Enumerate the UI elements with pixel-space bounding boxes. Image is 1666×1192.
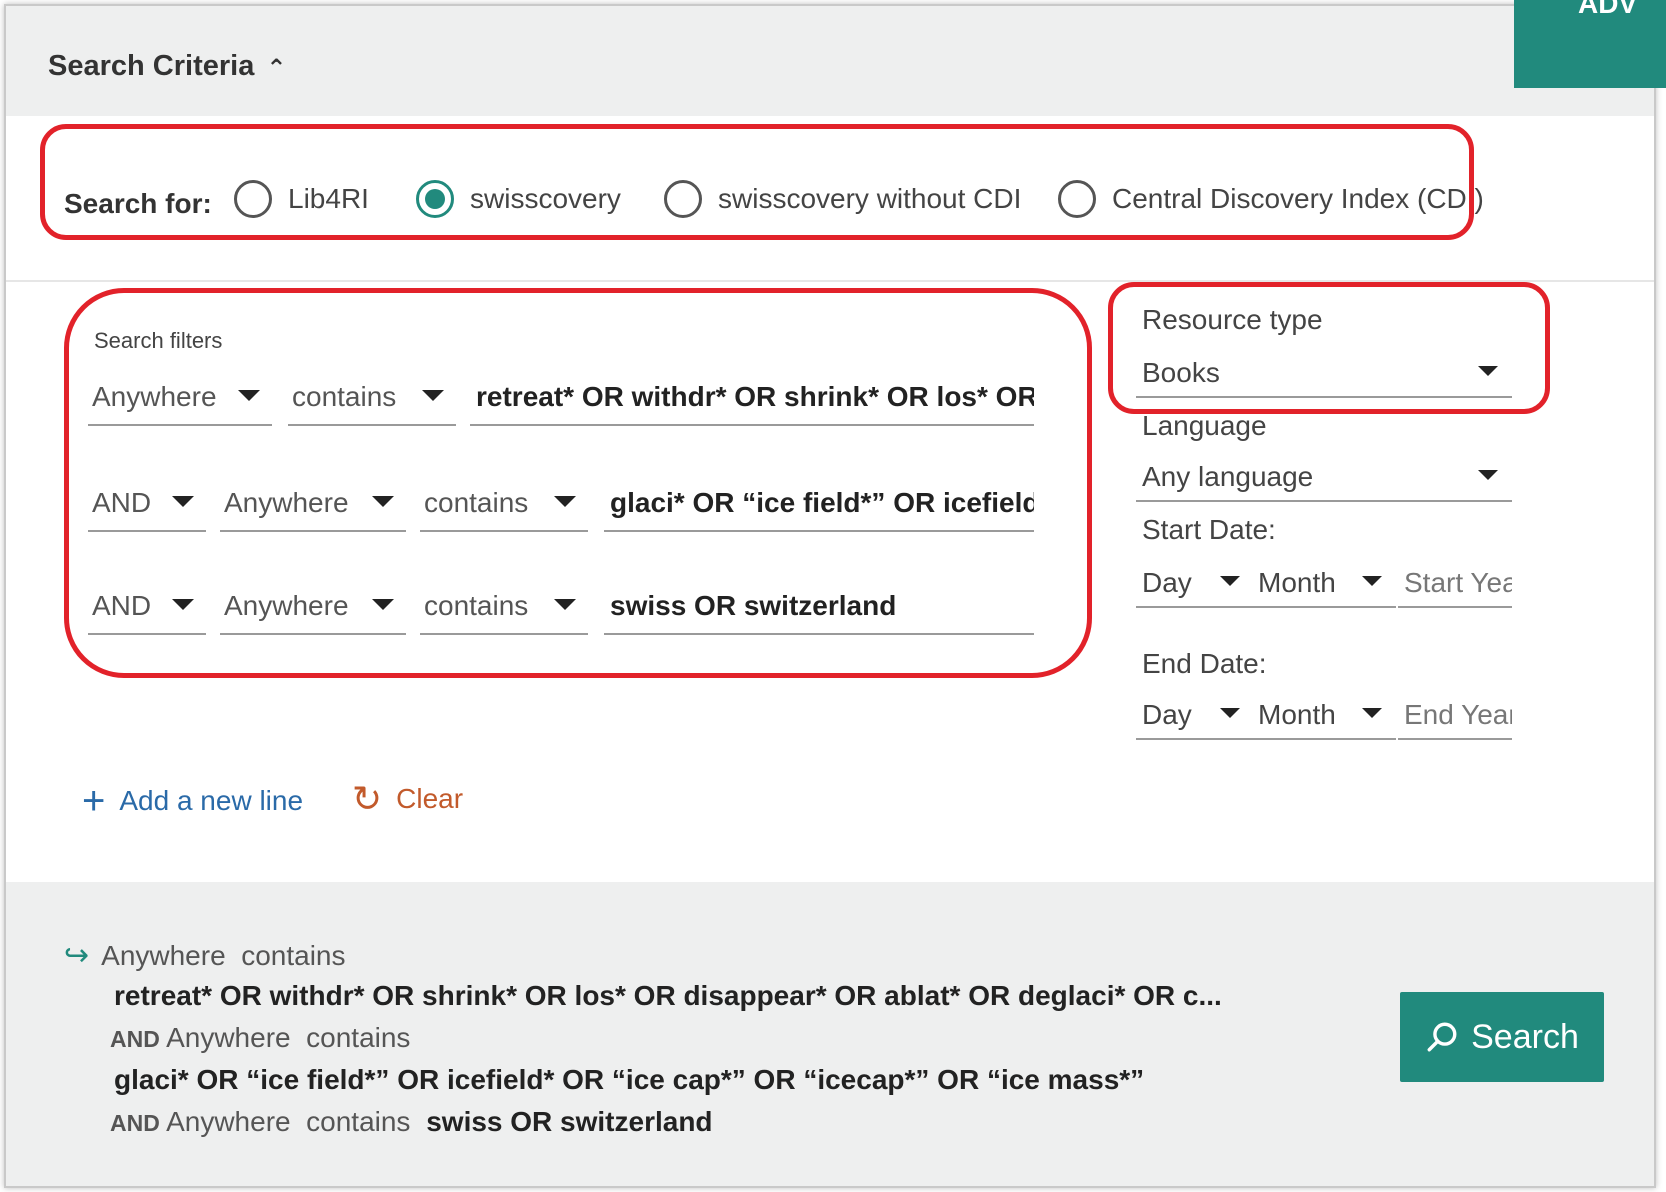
chevron-up-icon: ⌃ <box>266 55 287 82</box>
start-day-select[interactable]: Day <box>1136 560 1254 608</box>
caret-down-icon <box>1362 708 1382 718</box>
field-select-value: Anywhere <box>224 487 349 518</box>
caret-down-icon <box>172 496 194 507</box>
condition-select-value: contains <box>424 590 529 621</box>
resource-type-value: Books <box>1142 357 1220 388</box>
summary-field: Anywhere contains <box>166 1022 411 1053</box>
operator-select-row3[interactable]: AND <box>88 579 206 635</box>
end-day-value: Day <box>1142 699 1192 730</box>
radio-unchecked-icon[interactable] <box>234 180 272 218</box>
caret-down-icon <box>422 390 444 401</box>
end-month-select[interactable]: Month <box>1252 692 1396 740</box>
caret-down-icon <box>1362 576 1382 586</box>
radio-checked-icon[interactable] <box>416 180 454 218</box>
summary-field: Anywhere contains <box>166 1106 411 1137</box>
start-year-input[interactable]: Start Year <box>1398 560 1512 608</box>
caret-down-icon <box>554 496 576 507</box>
language-select[interactable]: Any language <box>1136 454 1512 502</box>
end-date-label: End Date: <box>1142 648 1267 679</box>
radio-label-cdi: Central Discovery Index (CDI) <box>1112 183 1484 214</box>
start-month-value: Month <box>1258 567 1336 598</box>
clear-label: Clear <box>396 783 464 814</box>
caret-down-icon <box>1478 470 1498 480</box>
field-select-row1[interactable]: Anywhere <box>88 370 272 426</box>
query-input-row1[interactable]: retreat* OR withdr* OR shrink* OR los* O… <box>470 370 1034 426</box>
field-select-value: Anywhere <box>92 381 217 412</box>
search-button[interactable]: Search <box>1400 992 1604 1082</box>
caret-down-icon <box>238 390 260 401</box>
query-input-row2[interactable]: glaci* OR “ice field*” OR icefield* O <box>604 476 1034 532</box>
search-for-label: Search for: <box>64 188 212 219</box>
summary-query-1: retreat* OR withdr* OR shrink* OR los* O… <box>114 980 1222 1011</box>
field-select-row3[interactable]: Anywhere <box>220 579 406 635</box>
caret-down-icon <box>1220 576 1240 586</box>
caret-down-icon <box>172 599 194 610</box>
summary-field: Anywhere contains <box>101 940 346 971</box>
caret-down-icon <box>372 599 394 610</box>
search-button-label: Search <box>1471 1017 1579 1056</box>
operator-select-value: AND <box>92 590 152 621</box>
condition-select-row1[interactable]: contains <box>288 370 456 426</box>
radio-swisscovery[interactable]: swisscovery <box>416 180 621 218</box>
summary-line-2: AND Anywhere contains <box>110 1022 410 1054</box>
language-value: Any language <box>1142 461 1314 492</box>
resource-type-label: Resource type <box>1142 304 1323 335</box>
radio-lib4ri[interactable]: Lib4RI <box>234 180 369 218</box>
radio-unchecked-icon[interactable] <box>664 180 702 218</box>
advanced-search-button[interactable]: ADV <box>1514 0 1666 88</box>
summary-operator: AND <box>110 1110 160 1136</box>
clear-button[interactable]: ↻ Clear <box>352 781 463 817</box>
add-line-button[interactable]: + Add a new line <box>82 781 303 821</box>
search-criteria-panel: Search Criteria ⌃ Search for: Lib4RI swi… <box>4 4 1656 1188</box>
caret-down-icon <box>1478 366 1498 376</box>
end-month-value: Month <box>1258 699 1336 730</box>
condition-select-row3[interactable]: contains <box>420 579 588 635</box>
start-day-value: Day <box>1142 567 1192 598</box>
condition-select-value: contains <box>424 487 529 518</box>
field-select-value: Anywhere <box>224 590 349 621</box>
radio-label-lib4ri: Lib4RI <box>288 183 369 214</box>
summary-line-3: AND Anywhere contains swiss OR switzerla… <box>110 1106 713 1138</box>
query-input-row3[interactable]: swiss OR switzerland <box>604 579 1034 635</box>
start-month-select[interactable]: Month <box>1252 560 1396 608</box>
criteria-toggle[interactable]: Search Criteria ⌃ <box>48 50 286 83</box>
return-arrow-icon: ↪ <box>64 939 90 972</box>
caret-down-icon <box>554 599 576 610</box>
add-line-label: Add a new line <box>119 785 304 816</box>
criteria-header: Search Criteria ⌃ <box>6 6 1654 116</box>
condition-select-value: contains <box>292 381 397 412</box>
plus-icon: + <box>82 779 106 823</box>
condition-select-row2[interactable]: contains <box>420 476 588 532</box>
search-for-row: Search for: Lib4RI swisscovery swisscove… <box>6 116 1654 282</box>
caret-down-icon <box>1220 708 1240 718</box>
search-icon <box>1427 1022 1457 1052</box>
criteria-title: Search Criteria <box>48 50 255 82</box>
advanced-search-label: ADV <box>1578 0 1638 19</box>
summary-operator: AND <box>110 1026 160 1052</box>
summary-query-3: swiss OR switzerland <box>426 1106 713 1137</box>
radio-swisscovery-without-cdi[interactable]: swisscovery without CDI <box>664 180 1021 218</box>
search-filters-label: Search filters <box>94 328 223 353</box>
resource-type-select[interactable]: Books <box>1136 350 1512 398</box>
field-select-row2[interactable]: Anywhere <box>220 476 406 532</box>
radio-label-swisscovery: swisscovery <box>470 183 621 214</box>
caret-down-icon <box>372 496 394 507</box>
refresh-icon: ↻ <box>352 778 383 819</box>
start-date-label: Start Date: <box>1142 514 1276 545</box>
operator-select-value: AND <box>92 487 152 518</box>
operator-select-row2[interactable]: AND <box>88 476 206 532</box>
radio-unchecked-icon[interactable] <box>1058 180 1096 218</box>
summary-query-2: glaci* OR “ice field*” OR icefield* OR “… <box>114 1064 1145 1095</box>
end-day-select[interactable]: Day <box>1136 692 1254 740</box>
end-year-input[interactable]: End Year <box>1398 692 1512 740</box>
summary-line-1: ↪ Anywhere contains <box>64 938 346 973</box>
radio-cdi[interactable]: Central Discovery Index (CDI) <box>1058 180 1484 218</box>
radio-label-swisscovery-without-cdi: swisscovery without CDI <box>718 183 1022 214</box>
language-label: Language <box>1142 410 1267 441</box>
